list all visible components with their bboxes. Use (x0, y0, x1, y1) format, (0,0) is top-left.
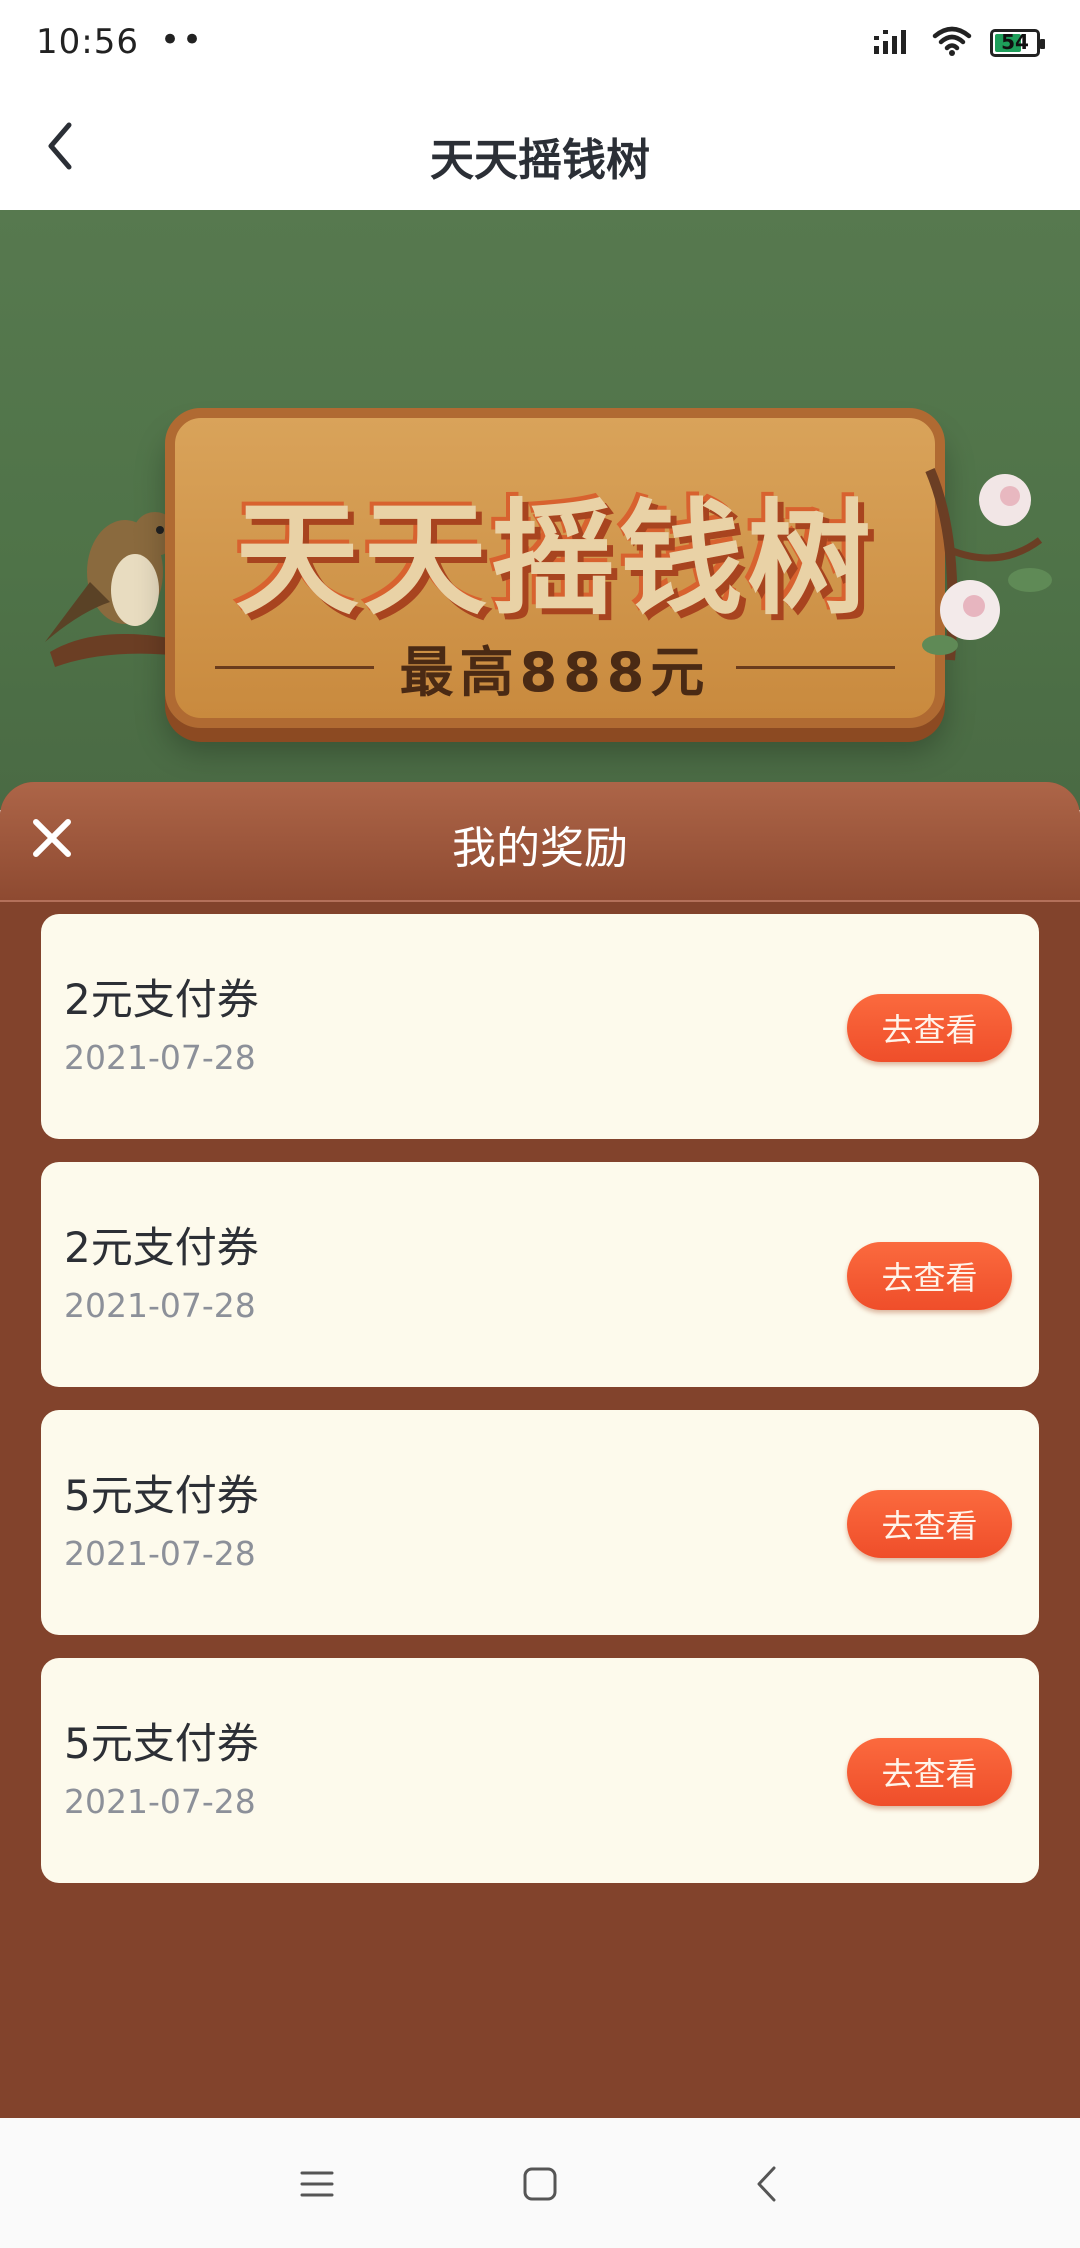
reward-name: 5元支付券 (64, 1719, 259, 1768)
rewards-sheet: 我的奖励 2元支付券 2021-07-28 去查看 2元支付券 2021-07-… (0, 782, 1080, 2118)
battery-icon: 54 (990, 29, 1045, 57)
back-icon (757, 2166, 776, 2202)
banner-subtitle: 最高888元 (399, 641, 711, 704)
status-bar: 10:56 •• 54 (0, 0, 1080, 88)
system-back-button[interactable] (736, 2156, 796, 2212)
system-home-button[interactable] (510, 2156, 570, 2212)
sheet-title: 我的奖励 (452, 823, 628, 874)
top-nav-bar: 天天摇钱树 (0, 88, 1080, 210)
page-title: 天天摇钱树 (430, 135, 650, 186)
reward-date: 2021-07-28 (64, 1038, 256, 1077)
view-reward-button[interactable]: 去查看 (847, 1738, 1012, 1806)
status-icons: 54 (872, 26, 1045, 60)
menu-icon (300, 2171, 334, 2197)
reward-list: 2元支付券 2021-07-28 去查看 2元支付券 2021-07-28 去查… (41, 914, 1039, 1906)
divider (215, 666, 374, 669)
system-menu-button[interactable] (287, 2156, 347, 2212)
system-nav-bar (0, 2118, 1080, 2248)
reward-name: 5元支付券 (64, 1471, 259, 1520)
banner-sign: 天天摇钱树 最高888元 (165, 408, 945, 728)
home-icon (523, 2167, 557, 2201)
reward-card: 5元支付券 2021-07-28 去查看 (41, 1410, 1039, 1635)
status-time: 10:56 (36, 22, 139, 62)
reward-date: 2021-07-28 (64, 1534, 256, 1573)
reward-name: 2元支付券 (64, 1223, 259, 1272)
banner-title: 天天摇钱树 (234, 488, 875, 632)
sheet-header: 我的奖励 (0, 782, 1080, 902)
signal-icon (872, 26, 914, 60)
reward-card: 2元支付券 2021-07-28 去查看 (41, 914, 1039, 1139)
reward-name: 2元支付券 (64, 975, 259, 1024)
divider (736, 666, 896, 669)
game-banner: 天天摇钱树 最高888元 (0, 210, 1080, 810)
reward-card: 5元支付券 2021-07-28 去查看 (41, 1658, 1039, 1883)
reward-date: 2021-07-28 (64, 1782, 256, 1821)
notification-dots: •• (160, 20, 205, 60)
wifi-icon (932, 26, 972, 60)
flower-illustration (910, 460, 1060, 684)
battery-level: 54 (1001, 30, 1029, 54)
view-reward-button[interactable]: 去查看 (847, 1490, 1012, 1558)
view-reward-button[interactable]: 去查看 (847, 994, 1012, 1062)
reward-card: 2元支付券 2021-07-28 去查看 (41, 1162, 1039, 1387)
view-reward-button[interactable]: 去查看 (847, 1242, 1012, 1310)
reward-date: 2021-07-28 (64, 1286, 256, 1325)
